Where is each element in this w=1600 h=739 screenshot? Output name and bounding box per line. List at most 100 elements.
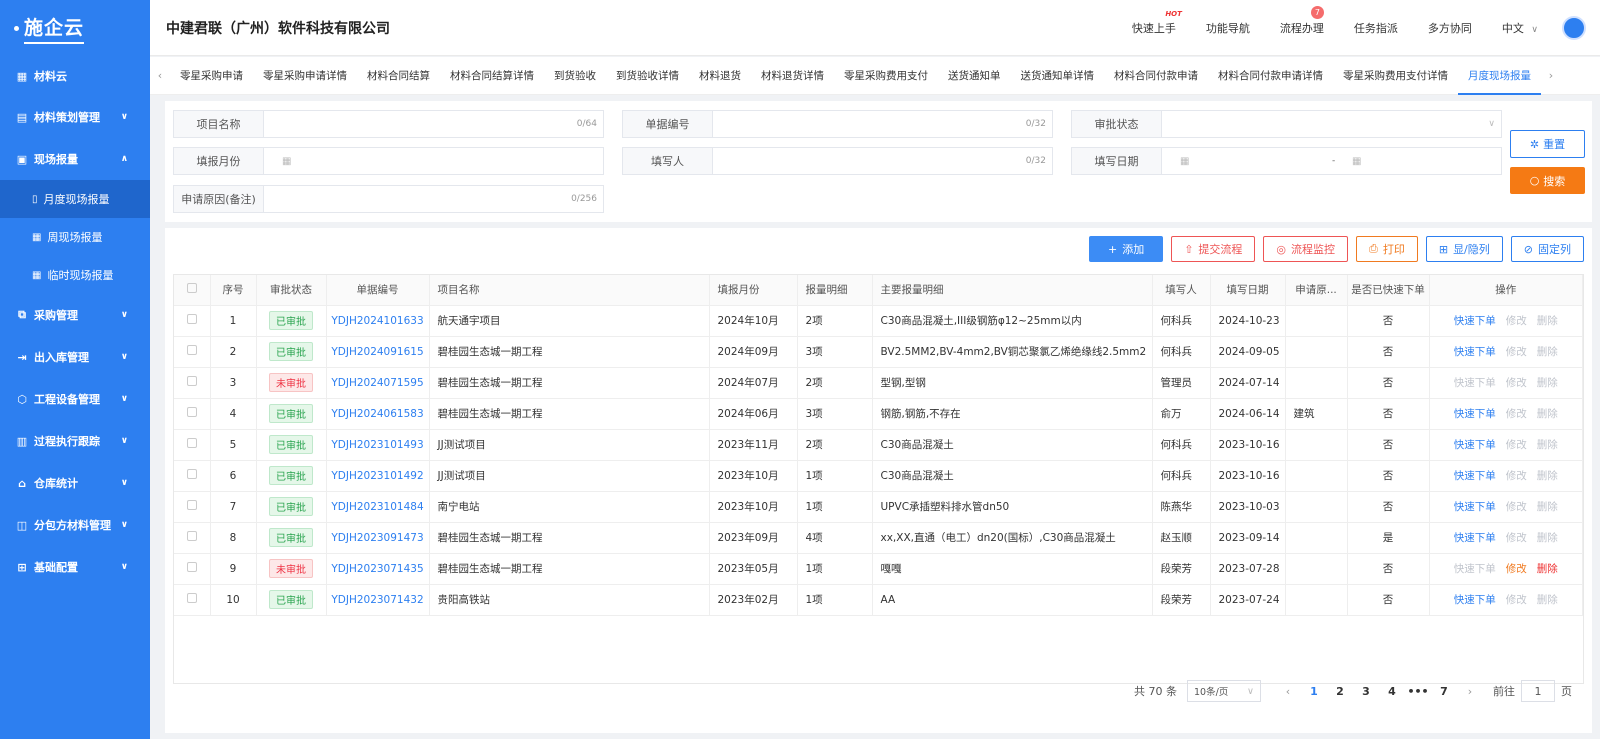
- row-checkbox-cell[interactable]: [174, 460, 211, 492]
- doc-no-cell[interactable]: YDJH2023101492: [326, 460, 430, 492]
- delete-link[interactable]: 删除: [1537, 501, 1558, 513]
- reset-button[interactable]: ✲ 重置: [1510, 130, 1585, 158]
- more-pages[interactable]: •••: [1405, 685, 1431, 698]
- table-row[interactable]: 4 已审批 YDJH2024061583 碧桂园生态城一期工程 2024年06月 3项 钢筋…: [174, 398, 1583, 430]
- checkbox[interactable]: [186, 593, 197, 603]
- doc-no-link[interactable]: YDJH2023101484: [331, 501, 423, 513]
- tab-item[interactable]: 零星采购申请详情: [253, 57, 357, 95]
- checkbox[interactable]: [186, 407, 197, 417]
- approval-status-select[interactable]: 审批状态 ∨: [1071, 110, 1502, 138]
- doc-no-link[interactable]: YDJH2024061583: [331, 408, 423, 420]
- table-row[interactable]: 8 已审批 YDJH2023091473 碧桂园生态城一期工程 2023年09月 4项 xx…: [174, 522, 1583, 554]
- fill-date-range[interactable]: 填写日期 ▦ - ▦: [1071, 147, 1502, 175]
- delete-link[interactable]: 删除: [1537, 532, 1558, 544]
- tab-item[interactable]: 到货验收: [544, 57, 606, 95]
- delete-link[interactable]: 删除: [1537, 439, 1558, 451]
- delete-link[interactable]: 删除: [1537, 594, 1558, 606]
- tab-item[interactable]: 到货验收详情: [606, 57, 689, 95]
- row-checkbox-cell[interactable]: [174, 522, 211, 554]
- checkbox[interactable]: [186, 314, 197, 324]
- sidebar-item-subcontractor[interactable]: ◫ 分包方材料管理 ∨: [0, 504, 150, 546]
- page-size-select[interactable]: 10条/页 ∨: [1187, 680, 1261, 702]
- edit-link[interactable]: 修改: [1506, 377, 1527, 389]
- quick-order-link[interactable]: 快速下单: [1454, 563, 1496, 575]
- sidebar-item-warehouse-io[interactable]: ⇥ 出入库管理 ∨: [0, 336, 150, 378]
- doc-no-link[interactable]: YDJH2023101492: [331, 470, 423, 482]
- sidebar-subitem-temporary[interactable]: ▦ 临时现场报量: [0, 256, 150, 294]
- edit-link[interactable]: 修改: [1506, 594, 1527, 606]
- collaboration-button[interactable]: 多方协同: [1428, 20, 1472, 36]
- row-checkbox-cell[interactable]: [174, 305, 211, 337]
- project-name-field[interactable]: 项目名称 0/64: [173, 110, 604, 138]
- edit-link[interactable]: 修改: [1506, 439, 1527, 451]
- select-all-checkbox[interactable]: [174, 275, 211, 306]
- edit-link[interactable]: 修改: [1506, 315, 1527, 327]
- edit-link[interactable]: 修改: [1506, 563, 1527, 575]
- page-number[interactable]: 1: [1301, 685, 1327, 698]
- workflow-button[interactable]: 流程办理 7: [1280, 6, 1324, 36]
- edit-link[interactable]: 修改: [1506, 532, 1527, 544]
- sidebar-item-material-cloud[interactable]: ▦ 材料云: [0, 56, 150, 96]
- chevron-left-icon[interactable]: ‹: [150, 69, 170, 82]
- table-row[interactable]: 10 已审批 YDJH2023071432 贵阳高铁站 2023年02月 1项 AA 段荣芳 2…: [174, 584, 1583, 616]
- table-row[interactable]: 7 已审批 YDJH2023101484 南宁电站 2023年10月 1项 UPVC承插塑料…: [174, 491, 1583, 523]
- doc-no-link[interactable]: YDJH2024091615: [331, 346, 423, 358]
- checkbox[interactable]: [186, 469, 197, 479]
- tab-item[interactable]: 材料合同付款申请: [1104, 57, 1208, 95]
- doc-no-cell[interactable]: YDJH2024061583: [326, 398, 430, 430]
- search-button[interactable]: ○ 搜索: [1510, 167, 1585, 194]
- tab-item[interactable]: 材料退货: [689, 57, 751, 95]
- checkbox[interactable]: [186, 283, 197, 294]
- reason-field[interactable]: 申请原因(备注) 0/256: [173, 185, 604, 213]
- page-number[interactable]: 3: [1353, 685, 1379, 698]
- doc-no-field[interactable]: 单据编号 0/32: [622, 110, 1053, 138]
- sidebar-subitem-monthly[interactable]: ▯ 月度现场报量: [0, 180, 150, 218]
- toggle-columns-button[interactable]: ⊞ 显/隐列: [1425, 236, 1503, 262]
- delete-link[interactable]: 删除: [1537, 408, 1558, 420]
- add-button[interactable]: + 添加: [1088, 236, 1164, 262]
- delete-link[interactable]: 删除: [1537, 315, 1558, 327]
- page-number[interactable]: 7: [1431, 685, 1457, 698]
- avatar[interactable]: [1562, 16, 1586, 40]
- doc-no-link[interactable]: YDJH2023071435: [331, 563, 423, 575]
- row-checkbox-cell[interactable]: [174, 429, 211, 461]
- month-picker[interactable]: 填报月份 ▦: [173, 147, 604, 175]
- fix-columns-button[interactable]: ⊘ 固定列: [1510, 236, 1584, 262]
- sidebar-item-warehouse-stats[interactable]: ⌂ 仓库统计 ∨: [0, 462, 150, 504]
- quick-order-link[interactable]: 快速下单: [1454, 346, 1496, 358]
- task-assign-button[interactable]: 任务指派: [1354, 20, 1398, 36]
- row-checkbox-cell[interactable]: [174, 553, 211, 585]
- doc-no-cell[interactable]: YDJH2023101493: [326, 429, 430, 461]
- table-row[interactable]: 1 已审批 YDJH2024101633 航天通宇项目 2024年10月 2项 C30商品混…: [174, 305, 1583, 337]
- page-number[interactable]: 2: [1327, 685, 1353, 698]
- quick-order-link[interactable]: 快速下单: [1454, 532, 1496, 544]
- next-page-button[interactable]: ›: [1457, 685, 1483, 698]
- table-row[interactable]: 6 已审批 YDJH2023101492 JJ测试项目 2023年10月 1项 C30商品混…: [174, 460, 1583, 492]
- row-checkbox-cell[interactable]: [174, 398, 211, 430]
- language-select[interactable]: 中文 ∨: [1502, 20, 1538, 36]
- doc-no-cell[interactable]: YDJH2023091473: [326, 522, 430, 554]
- doc-no-link[interactable]: YDJH2023071432: [331, 594, 423, 606]
- edit-link[interactable]: 修改: [1506, 346, 1527, 358]
- tab-item[interactable]: 零星采购费用支付: [834, 57, 938, 95]
- tab-monthly-report[interactable]: 月度现场报量: [1458, 57, 1541, 95]
- page-number[interactable]: 4: [1379, 685, 1405, 698]
- row-checkbox-cell[interactable]: [174, 491, 211, 523]
- function-nav-button[interactable]: 功能导航: [1206, 20, 1250, 36]
- doc-no-link[interactable]: YDJH2023091473: [331, 532, 423, 544]
- row-checkbox-cell[interactable]: [174, 367, 211, 399]
- prev-page-button[interactable]: ‹: [1275, 685, 1301, 698]
- tab-item[interactable]: 送货通知单详情: [1011, 57, 1105, 95]
- sidebar-item-site-report[interactable]: ▣ 现场报量 ∧: [0, 138, 150, 180]
- filler-field[interactable]: 填写人 0/32: [622, 147, 1053, 175]
- quick-order-link[interactable]: 快速下单: [1454, 439, 1496, 451]
- tab-item[interactable]: 材料合同结算详情: [440, 57, 544, 95]
- delete-link[interactable]: 删除: [1537, 563, 1558, 575]
- doc-no-link[interactable]: YDJH2024101633: [331, 315, 423, 327]
- quick-order-link[interactable]: 快速下单: [1454, 408, 1496, 420]
- checkbox[interactable]: [186, 500, 197, 510]
- tab-item[interactable]: 材料合同结算: [357, 57, 440, 95]
- delete-link[interactable]: 删除: [1537, 377, 1558, 389]
- tab-item[interactable]: 材料合同付款申请详情: [1208, 57, 1333, 95]
- quick-order-link[interactable]: 快速下单: [1454, 315, 1496, 327]
